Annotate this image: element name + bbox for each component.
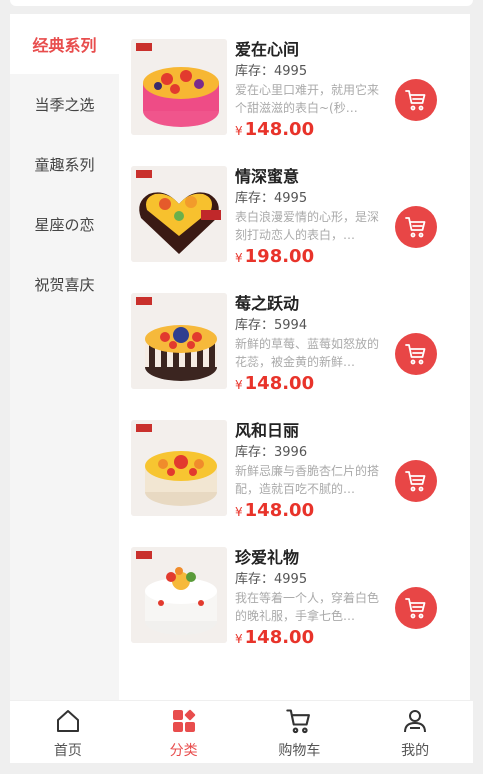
product-card[interactable]: 珍爱礼物 库存：4995 我在等着一个人，穿着白色的晚礼服，手拿七色… ¥148… (131, 547, 461, 657)
add-to-cart-button[interactable] (395, 587, 437, 629)
product-price: ¥148.00 (235, 627, 381, 648)
price-value: 198.00 (244, 246, 315, 267)
product-description: 新鲜的草莓、蓝莓如怒放的花蕊，被金黄的新鲜… (235, 337, 380, 369)
home-icon (53, 706, 83, 736)
tab-home-label: 首页 (53, 743, 82, 759)
category-icon (169, 706, 199, 736)
product-stock: 库存：3996 (235, 445, 308, 460)
product-description: 表白浪漫爱情的心形，是深刻打动恋人的表白，… (235, 210, 380, 242)
top-bar (10, 0, 473, 6)
shopping-cart-icon (405, 598, 426, 619)
product-stock: 库存：4995 (235, 191, 308, 206)
category-sidebar: 经典系列 当季之选 童趣系列 星座の恋 祝贺喜庆 (10, 14, 119, 700)
tab-cart[interactable]: 购物车 (242, 701, 358, 763)
product-name: 莓之跃动 (235, 294, 300, 313)
product-image[interactable] (131, 420, 227, 516)
product-image[interactable] (131, 293, 227, 389)
sidebar-item-kids[interactable]: 童趣系列 (10, 134, 119, 194)
price-value: 148.00 (244, 627, 315, 648)
tab-category[interactable]: 分类 (126, 701, 242, 763)
sidebar-item-zodiac[interactable]: 星座の恋 (10, 194, 119, 254)
product-price: ¥198.00 (235, 246, 381, 267)
shopping-cart-icon (284, 706, 314, 736)
currency-symbol: ¥ (235, 124, 243, 138)
product-info: 情深蜜意 库存：4995 表白浪漫爱情的心形，是深刻打动恋人的表白，… ¥198… (235, 166, 381, 267)
product-price: ¥148.00 (235, 500, 381, 521)
product-image[interactable] (131, 39, 227, 135)
currency-symbol: ¥ (235, 505, 243, 519)
sidebar-item-celebration[interactable]: 祝贺喜庆 (10, 254, 119, 314)
product-name: 珍爱礼物 (235, 548, 300, 567)
bottom-tab-bar: 首页 分类 购物车 我的 (10, 701, 473, 763)
shopping-cart-icon (405, 471, 426, 492)
product-card[interactable]: 莓之跃动 库存：5994 新鲜的草莓、蓝莓如怒放的花蕊，被金黄的新鲜… ¥148… (131, 293, 461, 403)
tab-profile[interactable]: 我的 (357, 701, 473, 763)
product-name: 情深蜜意 (235, 167, 300, 186)
currency-symbol: ¥ (235, 251, 243, 265)
price-value: 148.00 (244, 119, 315, 140)
shopping-cart-icon (405, 90, 426, 111)
product-stock: 库存：5994 (235, 318, 308, 333)
price-value: 148.00 (244, 500, 315, 521)
product-image[interactable] (131, 547, 227, 643)
product-name: 风和日丽 (235, 421, 300, 440)
product-info: 风和日丽 库存：3996 新鲜忌廉与香脆杏仁片的搭配，造就百吃不腻的… ¥148… (235, 420, 381, 521)
product-image[interactable] (131, 166, 227, 262)
tab-category-label: 分类 (169, 743, 198, 759)
sidebar-item-classic[interactable]: 经典系列 (10, 14, 119, 74)
product-info: 珍爱礼物 库存：4995 我在等着一个人，穿着白色的晚礼服，手拿七色… ¥148… (235, 547, 381, 648)
shopping-cart-icon (405, 344, 426, 365)
product-description: 爱在心里口难开，就用它来个甜滋滋的表白~(秒… (235, 83, 380, 115)
add-to-cart-button[interactable] (395, 79, 437, 121)
product-list: 爱在心间 库存：4995 爱在心里口难开，就用它来个甜滋滋的表白~(秒… ¥14… (119, 14, 470, 700)
currency-symbol: ¥ (235, 632, 243, 646)
add-to-cart-button[interactable] (395, 333, 437, 375)
tab-home[interactable]: 首页 (10, 701, 126, 763)
product-card[interactable]: 情深蜜意 库存：4995 表白浪漫爱情的心形，是深刻打动恋人的表白，… ¥198… (131, 166, 461, 276)
product-price: ¥148.00 (235, 119, 381, 140)
product-info: 莓之跃动 库存：5994 新鲜的草莓、蓝莓如怒放的花蕊，被金黄的新鲜… ¥148… (235, 293, 381, 394)
price-value: 148.00 (244, 373, 315, 394)
product-info: 爱在心间 库存：4995 爱在心里口难开，就用它来个甜滋滋的表白~(秒… ¥14… (235, 39, 381, 140)
add-to-cart-button[interactable] (395, 460, 437, 502)
add-to-cart-button[interactable] (395, 206, 437, 248)
tab-profile-label: 我的 (401, 743, 430, 759)
product-stock: 库存：4995 (235, 572, 308, 587)
sidebar-item-seasonal[interactable]: 当季之选 (10, 74, 119, 134)
bottom-safe-area (0, 763, 483, 774)
product-description: 新鲜忌廉与香脆杏仁片的搭配，造就百吃不腻的… (235, 464, 380, 496)
product-name: 爱在心间 (235, 40, 300, 59)
product-card[interactable]: 风和日丽 库存：3996 新鲜忌廉与香脆杏仁片的搭配，造就百吃不腻的… ¥148… (131, 420, 461, 530)
product-stock: 库存：4995 (235, 64, 308, 79)
product-description: 我在等着一个人，穿着白色的晚礼服，手拿七色… (235, 591, 380, 623)
shopping-cart-icon (405, 217, 426, 238)
tab-cart-label: 购物车 (278, 743, 321, 759)
product-card[interactable]: 爱在心间 库存：4995 爱在心里口难开，就用它来个甜滋滋的表白~(秒… ¥14… (131, 39, 461, 149)
currency-symbol: ¥ (235, 378, 243, 392)
product-price: ¥148.00 (235, 373, 381, 394)
user-icon (400, 706, 430, 736)
